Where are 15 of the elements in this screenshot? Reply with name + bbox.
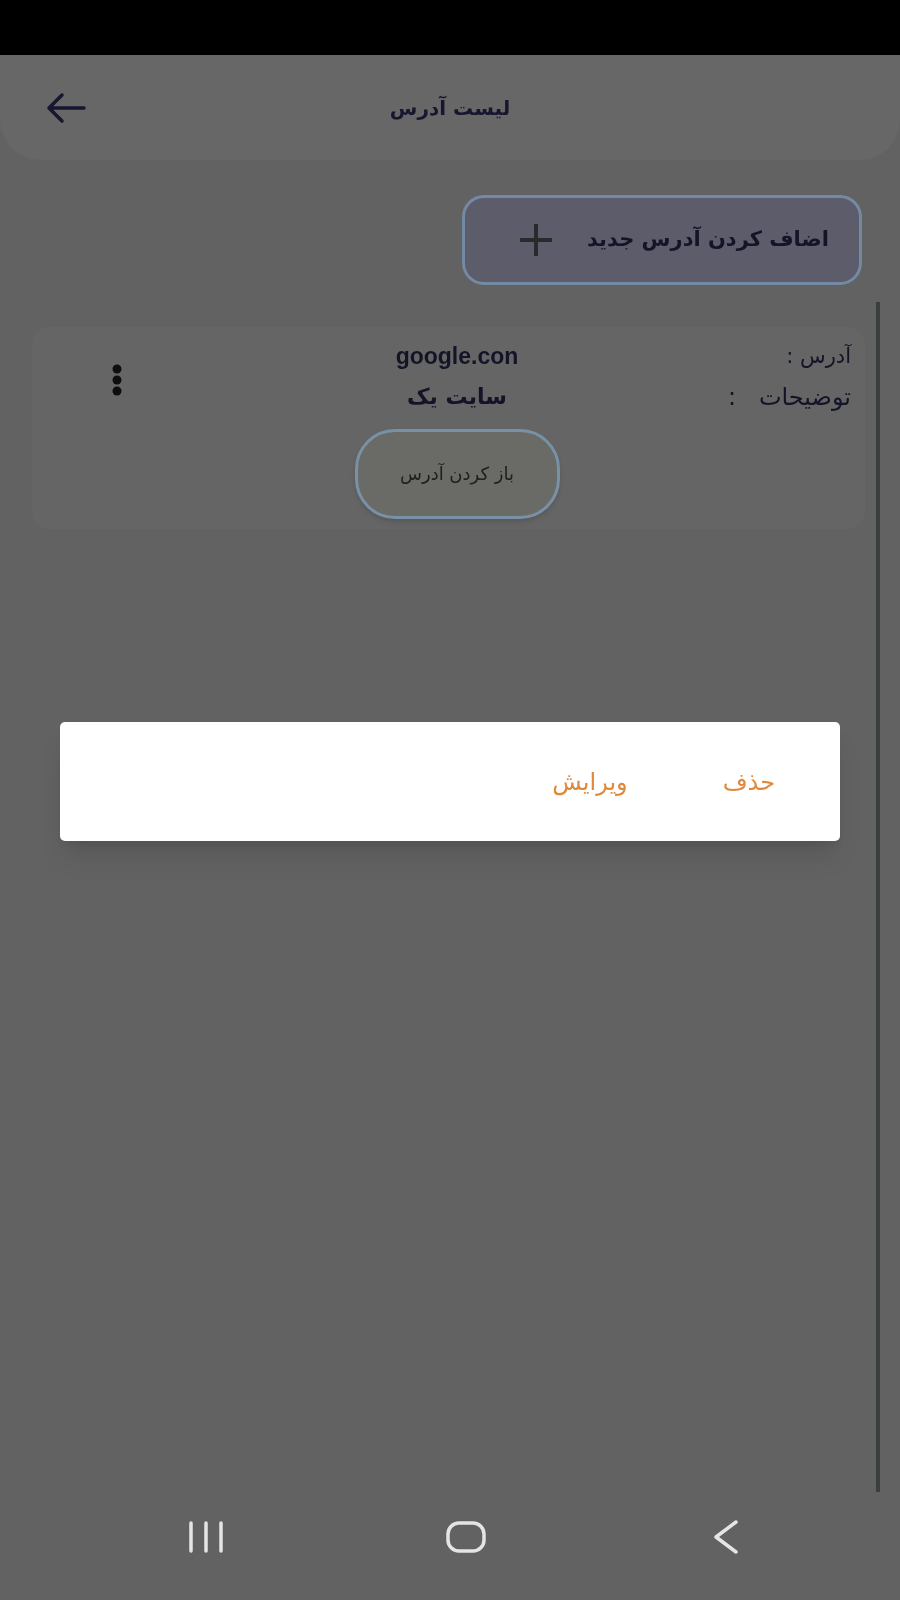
menu-item[interactable]: حذف: [722, 763, 775, 800]
address-label: آدرس :: [785, 343, 851, 370]
back-arrow-icon[interactable]: [46, 91, 86, 124]
menu-item[interactable]: ویرایش: [552, 763, 628, 800]
back-icon[interactable]: [713, 1520, 739, 1554]
home-icon[interactable]: [446, 1521, 486, 1553]
add-address-button[interactable]: اضاف کردن آدرس جدید: [462, 195, 862, 285]
more-options-icon[interactable]: [112, 364, 122, 396]
address-value: google.con: [395, 342, 519, 371]
recent-apps-icon[interactable]: [188, 1521, 224, 1553]
description-label: توضیحات :: [727, 381, 851, 413]
plus-icon: [519, 223, 553, 257]
page-title: لیست آدرس: [388, 94, 512, 122]
description-value: سایت یک: [407, 382, 507, 411]
open-address-button[interactable]: باز کردن آدرس: [354, 428, 560, 519]
